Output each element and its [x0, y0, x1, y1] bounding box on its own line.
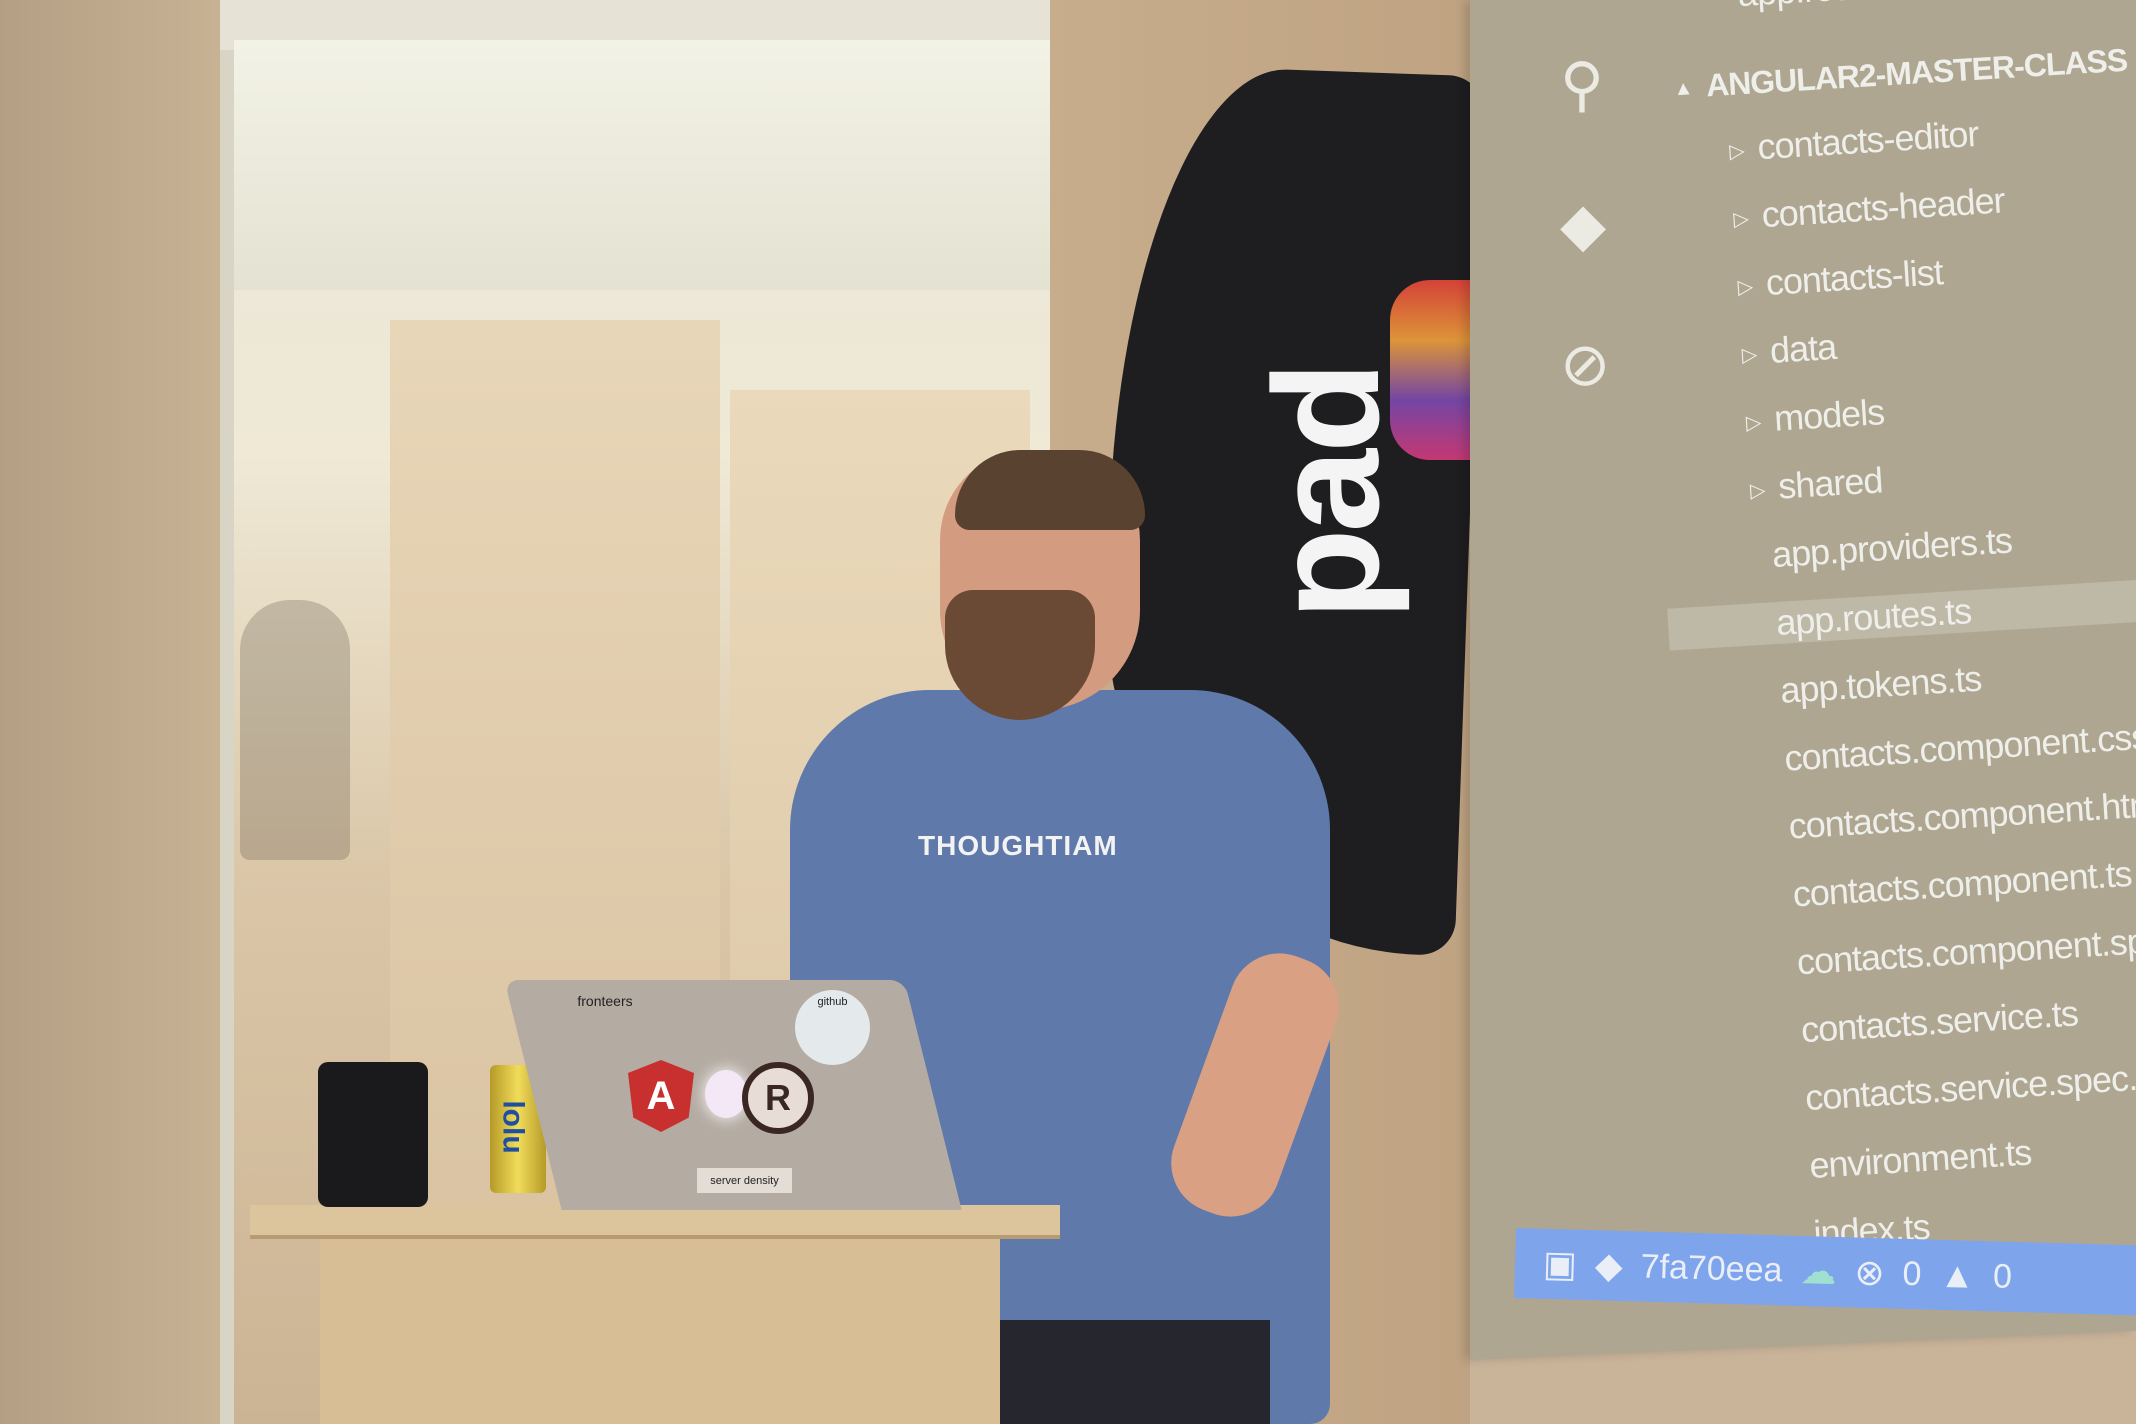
chevron-right-icon: ▷	[1749, 479, 1766, 503]
tree-folder-label: contacts-editor	[1756, 112, 1980, 168]
tree-folder-label: models	[1772, 391, 1886, 439]
chevron-right-icon: ▷	[1745, 411, 1762, 435]
tree-file[interactable]: app.providers.ts	[1693, 520, 2013, 581]
tree-folder[interactable]: ▷ contacts-list	[1676, 251, 1944, 309]
tree-folder[interactable]: ▷ models	[1685, 391, 1886, 445]
tree-folder-label: contacts-header	[1760, 179, 2006, 236]
tree-folder-label: contacts-list	[1764, 251, 1944, 304]
chevron-right-icon: ▷	[1741, 343, 1757, 367]
tree-file-partial[interactable]: app.routes.ts	[1659, 0, 1934, 20]
fronteers-sticker: fronteers	[577, 993, 633, 1009]
can-label: lolu	[496, 1100, 530, 1154]
error-count[interactable]: 0	[1902, 1254, 1922, 1294]
tree-file[interactable]: contacts.component.spec.ts	[1718, 916, 2136, 988]
search-icon[interactable]: ⚲	[1560, 50, 1604, 120]
tree-root-label: ANGULAR2-MASTER-CLASS	[1704, 41, 2129, 104]
glass-reflection	[240, 600, 350, 860]
shirt-logo: THOUGHTIAM	[918, 830, 1118, 861]
tree-root-folder[interactable]: ▲ ANGULAR2-MASTER-CLASS	[1664, 42, 2128, 107]
github-octocat-sticker: github	[795, 990, 870, 1065]
tree-folder[interactable]: ▷ contacts-editor	[1668, 112, 1980, 174]
desk-top	[250, 1205, 1060, 1239]
wall-left	[0, 0, 220, 1424]
tree-file[interactable]: contacts.service.ts	[1722, 992, 2079, 1056]
bluetooth-speaker	[318, 1062, 428, 1207]
desk-body	[320, 1238, 1000, 1424]
apple-logo-icon	[705, 1070, 747, 1118]
warning-count[interactable]: 0	[1993, 1257, 2013, 1297]
layout-icon[interactable]: ▣	[1542, 1243, 1577, 1286]
tree-file[interactable]: contacts.component.ts	[1714, 853, 2133, 920]
tree-file[interactable]: app.tokens.ts	[1701, 658, 1982, 717]
server-density-sticker: server density	[697, 1168, 792, 1193]
tree-folder-label: shared	[1777, 459, 1884, 507]
chevron-right-icon: ▷	[1737, 275, 1753, 299]
chevron-down-icon: ▲	[1672, 77, 1693, 101]
tree-file[interactable]: contacts.component.html	[1710, 783, 2136, 853]
tree-file[interactable]: environment.ts	[1730, 1132, 2032, 1192]
ceiling	[234, 40, 1050, 290]
tree-folder-label: data	[1768, 325, 1838, 371]
git-branch-icon: ◆	[1594, 1244, 1624, 1286]
tree-file[interactable]: contacts.service.spec.ts	[1726, 1055, 2136, 1124]
rust-sticker: R	[742, 1062, 814, 1134]
tree-file-selected[interactable]: app.routes.ts	[1667, 567, 2136, 651]
debug-icon[interactable]: ⊘	[1560, 330, 1610, 400]
tree-folder[interactable]: ▷ shared	[1689, 459, 1884, 513]
error-icon: ⊗	[1853, 1251, 1886, 1294]
chevron-right-icon: ▷	[1728, 140, 1745, 164]
commit-hash[interactable]: 7fa70eea	[1640, 1247, 1783, 1290]
banner-text: pad	[1242, 365, 1410, 620]
chevron-right-icon: ▷	[1732, 208, 1749, 231]
tree-file[interactable]: contacts.component.css	[1705, 716, 2136, 785]
cloud-upload-icon[interactable]: ☁	[1800, 1250, 1837, 1293]
tree-folder[interactable]: ▷ data	[1681, 326, 1838, 377]
file-explorer-tree: app.routes.ts ▲ ANGULAR2-MASTER-CLASS ▷ co…	[1659, 0, 2136, 1254]
git-icon[interactable]: ◆	[1560, 190, 1606, 260]
tree-folder[interactable]: ▷ contacts-header	[1672, 179, 2006, 241]
warning-icon: ▲	[1938, 1253, 1976, 1296]
presenter-hair	[955, 450, 1145, 530]
